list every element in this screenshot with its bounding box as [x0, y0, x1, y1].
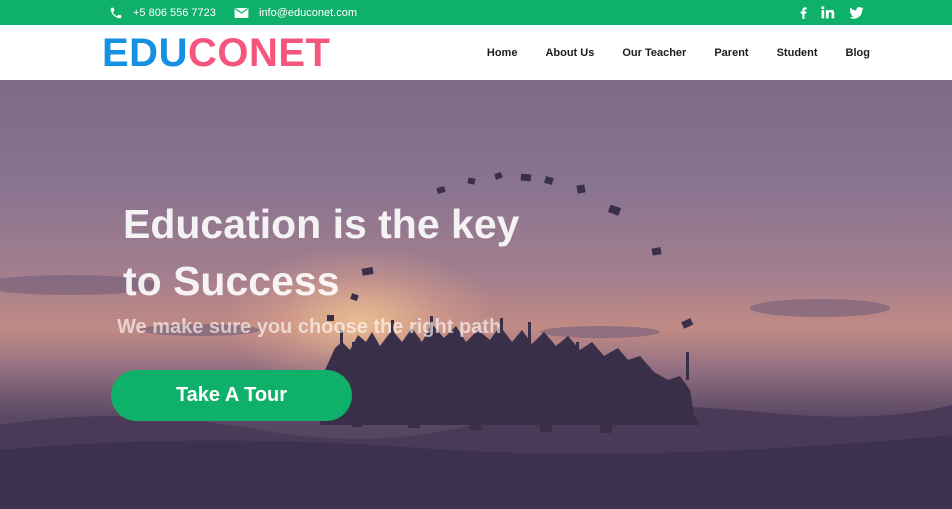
twitter-icon[interactable] — [849, 6, 864, 19]
hero-headline: Education is the key to Success — [123, 196, 553, 310]
phone-icon — [109, 6, 123, 20]
nav-item-student[interactable]: Student — [777, 47, 818, 59]
facebook-icon[interactable] — [800, 6, 807, 19]
hero-subtitle: We make sure you choose the right path — [117, 316, 502, 338]
email-address: info@educonet.com — [259, 6, 358, 19]
phone-contact[interactable]: +5 806 556 7723 — [109, 0, 216, 25]
brand-logo[interactable]: EDUCONET — [102, 31, 330, 76]
mail-icon — [234, 7, 249, 19]
logo-part-edu: EDU — [102, 31, 188, 75]
logo-part-conet: CONET — [187, 31, 331, 75]
hero-headline-line1: Education is the key — [123, 201, 520, 247]
social-links — [800, 0, 864, 25]
nav-item-our-teacher[interactable]: Our Teacher — [622, 47, 686, 59]
top-contact-bar: +5 806 556 7723 info@educonet.com — [0, 0, 952, 25]
nav-item-home[interactable]: Home — [487, 47, 518, 59]
nav-menu: Home About Us Our Teacher Parent Student… — [487, 25, 870, 80]
email-contact[interactable]: info@educonet.com — [234, 0, 357, 25]
main-navbar: EDUCONET Home About Us Our Teacher Paren… — [0, 25, 952, 80]
hero-banner: Education is the key to Success We make … — [0, 80, 952, 509]
phone-number: +5 806 556 7723 — [133, 6, 216, 19]
take-a-tour-button[interactable]: Take A Tour — [111, 370, 352, 421]
nav-item-blog[interactable]: Blog — [846, 47, 870, 59]
hero-headline-line2: to Success — [123, 258, 340, 304]
linkedin-icon[interactable] — [821, 6, 835, 19]
nav-item-parent[interactable]: Parent — [714, 47, 748, 59]
nav-item-about-us[interactable]: About Us — [545, 47, 594, 59]
